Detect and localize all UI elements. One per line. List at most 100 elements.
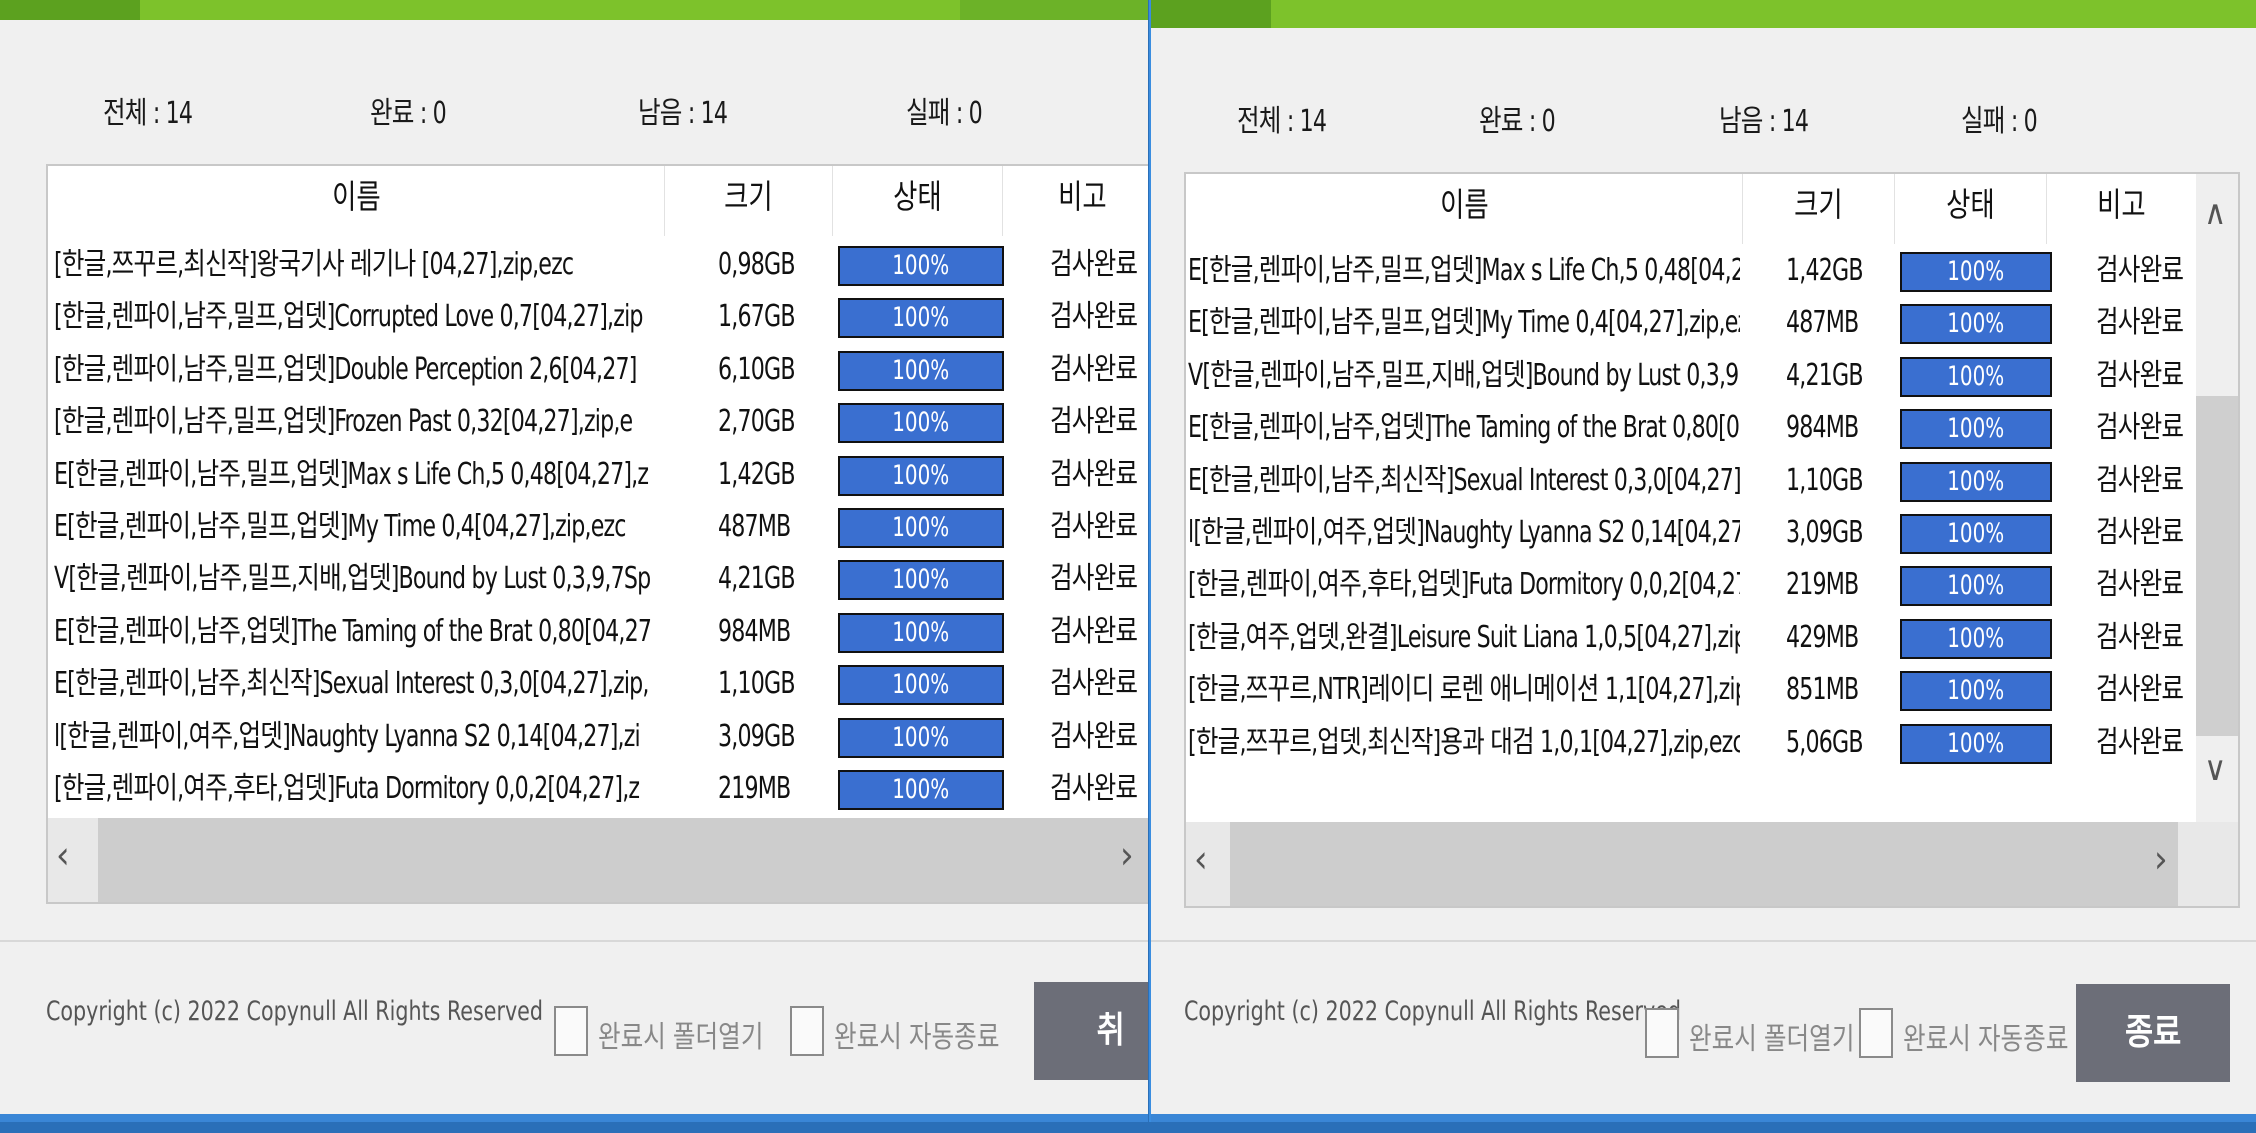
- progress-bar: 100%: [838, 560, 1004, 601]
- list-item[interactable]: [한글,쯔꾸르,NTR]레이디 로렌 애니메이션 1,1[04,27],zip,…: [1186, 667, 2238, 719]
- file-name: [한글,렌파이,남주,밀프,업뎃]Double Perception 2,6[0…: [54, 351, 637, 387]
- auto-exit-checkbox[interactable]: [1859, 1008, 1893, 1058]
- open-folder-checkbox[interactable]: [1645, 1008, 1679, 1058]
- list-item[interactable]: [한글,렌파이,여주,후타,업뎃]Futa Dormitory 0,0,2[04…: [1186, 562, 2238, 614]
- list-item[interactable]: E[한글,렌파이,남주,밀프,업뎃]Max s Life Ch,5 0,48[0…: [1186, 248, 2238, 300]
- header-note[interactable]: 비고: [2046, 174, 2197, 244]
- auto-exit-label: 완료시 자동종료: [1903, 1022, 2069, 1057]
- file-list[interactable]: 이름 크기 상태 비고 E[한글,렌파이,남주,밀프,업뎃]Max s Life…: [1184, 172, 2240, 908]
- file-name: E[한글,렌파이,남주,밀프,업뎃]Max s Life Ch,5 0,48[0…: [1188, 253, 1740, 288]
- progress-bar: 100%: [1900, 252, 2052, 292]
- progress-bar: 100%: [1900, 409, 2052, 450]
- file-note: 검사완료: [2096, 567, 2184, 603]
- file-size: 2,70GB: [718, 404, 795, 440]
- scroll-thumb[interactable]: [98, 818, 1148, 902]
- file-note: 검사완료: [1050, 299, 1138, 335]
- title-bar: [0, 0, 1148, 20]
- file-size: 5,06GB: [1786, 724, 1863, 760]
- file-name: E[한글,렌파이,남주,최신작]Sexual Interest 0,3,0[04…: [1188, 462, 1740, 498]
- list-item[interactable]: E[한글,렌파이,남주,업뎃]The Taming of the Brat 0,…: [48, 609, 1148, 661]
- cancel-button[interactable]: 취소: [1034, 982, 1148, 1080]
- list-item[interactable]: E[한글,렌파이,남주,최신작]Sexual Interest 0,3,0[04…: [48, 661, 1148, 713]
- header-name[interactable]: 이름: [48, 166, 665, 236]
- list-item[interactable]: E[한글,렌파이,남주,최신작]Sexual Interest 0,3,0[04…: [1186, 458, 2238, 510]
- scroll-right-icon[interactable]: ›: [1120, 836, 1134, 874]
- scroll-left-icon[interactable]: ‹: [1194, 840, 1208, 878]
- scroll-right-icon[interactable]: ›: [2154, 840, 2168, 878]
- list-item[interactable]: [한글,렌파이,남주,밀프,업뎃]Double Perception 2,6[0…: [48, 347, 1148, 399]
- list-item[interactable]: V[한글,렌파이,남주,밀프,지배,업뎃]Bound by Lust 0,3,9…: [48, 556, 1148, 608]
- list-item[interactable]: l[한글,렌파이,여주,업뎃]Naughty Lyanna S2 0,14[04…: [1186, 510, 2238, 562]
- scroll-down-icon[interactable]: ∨: [2204, 752, 2226, 786]
- progress-bar: 100%: [1900, 671, 2052, 712]
- list-item[interactable]: [한글,렌파이,남주,밀프,업뎃]Corrupted Love 0,7[04,2…: [48, 294, 1148, 346]
- open-folder-checkbox[interactable]: [554, 1006, 588, 1056]
- header-status[interactable]: 상태: [1894, 174, 2047, 244]
- file-note: 검사완료: [2096, 305, 2184, 341]
- file-note: 검사완료: [2096, 462, 2184, 498]
- progress-bar: 100%: [1900, 514, 2052, 554]
- list-item[interactable]: [한글,렌파이,여주,후타,업뎃]Futa Dormitory 0,0,2[04…: [48, 766, 1148, 818]
- file-name: l[한글,렌파이,여주,업뎃]Naughty Lyanna S2 0,14[04…: [54, 718, 641, 754]
- progress-bar: 100%: [838, 612, 1004, 653]
- progress-bar: 100%: [838, 717, 1004, 758]
- file-name: V[한글,렌파이,남주,밀프,지배,업뎃]Bound by Lust 0,3,9…: [54, 561, 651, 597]
- list-item[interactable]: E[한글,렌파이,남주,밀프,업뎃]Max s Life Ch,5 0,48[0…: [48, 452, 1148, 504]
- list-item[interactable]: [한글,여주,업뎃,완결]Leisure Suit Liana 1,0,5[04…: [1186, 615, 2238, 667]
- horizontal-scrollbar[interactable]: ‹ ›: [1186, 822, 2238, 906]
- header-size[interactable]: 크기: [1742, 174, 1895, 244]
- stat-done: 완료 : 0: [1479, 104, 1556, 139]
- file-size: 3,09GB: [1786, 515, 1863, 550]
- vertical-scrollbar[interactable]: ∧ ∨: [2196, 174, 2238, 822]
- header-name[interactable]: 이름: [1186, 174, 1743, 244]
- file-name: E[한글,렌파이,남주,밀프,업뎃]My Time 0,4[04,27],zip…: [54, 509, 626, 544]
- progress-bar: 100%: [1900, 304, 2052, 345]
- file-size: 3,09GB: [718, 718, 795, 754]
- horizontal-scrollbar[interactable]: ‹ ›: [48, 818, 1148, 902]
- progress-bar: 100%: [1900, 723, 2052, 764]
- scroll-thumb[interactable]: [2196, 396, 2238, 736]
- scroll-left-icon[interactable]: ‹: [56, 836, 70, 874]
- file-name: l[한글,렌파이,여주,업뎃]Naughty Lyanna S2 0,14[04…: [1188, 515, 1740, 550]
- open-folder-label: 완료시 폴더열기: [598, 1020, 764, 1055]
- file-name: [한글,쯔꾸르,업뎃,최신작]용과 대검 1,0,1[04,27],zip,ez…: [1188, 724, 1740, 760]
- header-note[interactable]: 비고: [1002, 166, 1148, 236]
- file-note: 검사완료: [1050, 718, 1138, 754]
- file-size: 1,42GB: [718, 456, 795, 492]
- scroll-up-icon[interactable]: ∧: [2204, 196, 2226, 230]
- file-size: 4,21GB: [718, 561, 795, 597]
- file-note: 검사완료: [1050, 771, 1138, 806]
- file-size: 1,42GB: [1786, 253, 1863, 288]
- copy-window-left: 전체 : 14 완료 : 0 남음 : 14 실패 : 0 이름 크기 상태 비…: [0, 0, 1148, 1122]
- file-size: 6,10GB: [718, 351, 795, 387]
- header-status[interactable]: 상태: [832, 166, 1003, 236]
- list-item[interactable]: [한글,렌파이,남주,밀프,업뎃]Frozen Past 0,32[04,27]…: [48, 399, 1148, 451]
- list-item[interactable]: [한글,쯔꾸르,업뎃,최신작]용과 대검 1,0,1[04,27],zip,ez…: [1186, 720, 2238, 772]
- scroll-thumb[interactable]: [1230, 822, 2178, 906]
- progress-bar: 100%: [838, 508, 1004, 548]
- copy-window-right: 전체 : 14 완료 : 0 남음 : 14 실패 : 0 이름 크기 상태 비…: [1149, 0, 2256, 1122]
- progress-bar: 100%: [1900, 356, 2052, 397]
- list-item[interactable]: E[한글,렌파이,남주,밀프,업뎃]My Time 0,4[04,27],zip…: [1186, 300, 2238, 352]
- progress-bar: 100%: [838, 665, 1004, 706]
- list-item[interactable]: E[한글,렌파이,남주,밀프,업뎃]My Time 0,4[04,27],zip…: [48, 504, 1148, 556]
- header-size[interactable]: 크기: [664, 166, 833, 236]
- auto-exit-checkbox[interactable]: [790, 1006, 824, 1056]
- list-item[interactable]: E[한글,렌파이,남주,업뎃]The Taming of the Brat 0,…: [1186, 405, 2238, 457]
- stat-failed: 실패 : 0: [1961, 104, 2038, 139]
- stat-remaining: 남음 : 14: [638, 96, 728, 131]
- list-item[interactable]: l[한글,렌파이,여주,업뎃]Naughty Lyanna S2 0,14[04…: [48, 714, 1148, 766]
- list-header: 이름 크기 상태 비고: [1186, 174, 2238, 244]
- file-note: 검사완료: [2096, 724, 2184, 760]
- file-size: 851MB: [1786, 672, 1859, 708]
- list-item[interactable]: [한글,쯔꾸르,최신작]왕국기사 레기나 [04,27],zip,ezc 0,98…: [48, 242, 1148, 294]
- file-name: [한글,렌파이,여주,후타,업뎃]Futa Dormitory 0,0,2[04…: [1188, 567, 1740, 603]
- progress-bar: 100%: [838, 246, 1004, 286]
- file-list[interactable]: 이름 크기 상태 비고 [한글,쯔꾸르,최신작]왕국기사 레기나 [04,27]…: [46, 164, 1148, 904]
- list-item[interactable]: V[한글,렌파이,남주,밀프,지배,업뎃]Bound by Lust 0,3,9…: [1186, 353, 2238, 405]
- file-size: 487MB: [718, 509, 791, 544]
- stat-total: 전체 : 14: [103, 96, 193, 131]
- exit-button[interactable]: 종료: [2076, 984, 2230, 1082]
- file-note: 검사완료: [1050, 351, 1138, 387]
- open-folder-label: 완료시 폴더열기: [1689, 1022, 1855, 1057]
